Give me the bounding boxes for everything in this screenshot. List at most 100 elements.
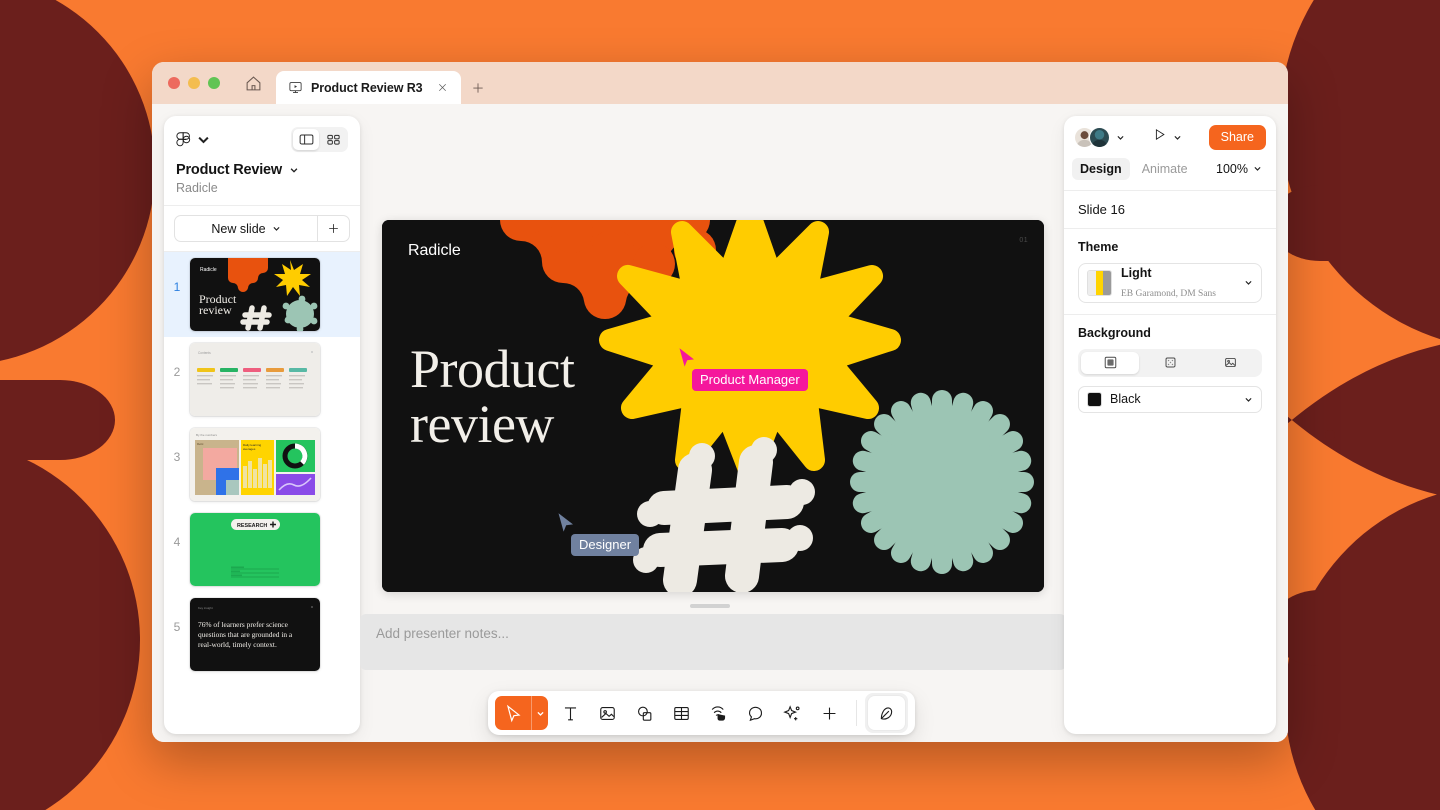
theme-fonts: EB Garamond, DM Sans: [1121, 288, 1216, 299]
chevron-down-icon: [1254, 166, 1261, 171]
image-background-tab[interactable]: [1201, 352, 1259, 374]
slide-preview-quote[interactable]: Key insight 76% of learners prefer scien…: [190, 598, 320, 671]
chevron-down-icon[interactable]: [1244, 395, 1253, 404]
slide-canvas[interactable]: Radicle 01 Product review Product Manage…: [382, 220, 1044, 592]
draw-tool-group[interactable]: [865, 693, 908, 733]
play-icon[interactable]: [1152, 127, 1167, 147]
inspector-header: Share: [1064, 116, 1276, 150]
deck-title: Product Review: [176, 162, 282, 178]
background-color-value: Black: [1110, 392, 1141, 406]
chevron-down-icon[interactable]: [1116, 133, 1125, 142]
grid-view-icon: [326, 134, 340, 145]
browser-tab[interactable]: Product Review R3: [276, 71, 461, 104]
theme-selector[interactable]: Light EB Garamond, DM Sans: [1078, 262, 1262, 303]
solid-background-tab[interactable]: [1081, 351, 1139, 374]
table-tool[interactable]: [663, 696, 700, 730]
new-slide-button[interactable]: New slide: [175, 216, 317, 241]
new-tab-button[interactable]: [461, 71, 495, 104]
editor-stage: Radicle 01 Product review Product Manage…: [360, 104, 1072, 742]
slide-preview-research[interactable]: RESEARCH: [190, 513, 320, 586]
slide-title[interactable]: Product review: [410, 339, 575, 455]
add-slide-button[interactable]: [317, 216, 349, 241]
deck-title-menu[interactable]: Product Review: [176, 162, 348, 178]
browser-chrome: Product Review R3: [152, 62, 1288, 104]
svg-text:real-world, timely context.: real-world, timely context.: [198, 640, 277, 649]
background-section: Background Black: [1064, 315, 1276, 424]
slide-thumbnail-4[interactable]: 4 RESEARCH: [164, 507, 360, 592]
svg-text:Contents: Contents: [198, 351, 211, 355]
slide-thumbnail-list[interactable]: 1 Radicle Product review 2 Contents 3 By…: [164, 252, 360, 734]
current-slide-label: Slide 16: [1078, 201, 1125, 217]
cursor-icon[interactable]: [495, 696, 531, 730]
minimize-window-button[interactable]: [188, 77, 200, 89]
presenter-notes-input[interactable]: Add presenter notes...: [360, 614, 1066, 670]
slide-title-line-2: review: [410, 394, 554, 455]
new-slide-label: New slide: [211, 221, 266, 236]
collaborator-avatars[interactable]: [1074, 126, 1125, 148]
editor-toolbar[interactable]: [488, 691, 915, 735]
select-tool-dropdown[interactable]: [531, 696, 548, 730]
background-heading: Background: [1078, 325, 1151, 340]
ai-sparkle-tool[interactable]: [774, 696, 811, 730]
svg-text:Radicle: Radicle: [200, 267, 217, 273]
add-tool[interactable]: [811, 696, 848, 730]
home-icon[interactable]: [234, 62, 272, 104]
background-type-tabs[interactable]: [1078, 348, 1262, 377]
new-slide-area: New slide: [164, 206, 360, 251]
pen-icon: [880, 706, 893, 720]
view-list-button[interactable]: [293, 128, 319, 150]
inspector-tabs[interactable]: Design Animate 100%: [1064, 150, 1276, 190]
view-grid-button[interactable]: [320, 129, 346, 150]
notes-resize-handle[interactable]: [690, 604, 730, 608]
comment-tool[interactable]: [737, 696, 774, 730]
app-window: Product Review R3 Product Review Radicle…: [152, 62, 1288, 742]
svg-text:Key insight: Key insight: [198, 606, 213, 610]
shapes-tool[interactable]: [626, 696, 663, 730]
figma-home-menu[interactable]: [176, 129, 211, 150]
tab-animate[interactable]: Animate: [1134, 158, 1196, 180]
toolbar-divider: [856, 700, 857, 726]
chevron-down-icon: [198, 136, 209, 143]
zoom-control[interactable]: 100%: [1216, 162, 1266, 176]
svg-text:76% of learners prefer science: 76% of learners prefer science: [198, 620, 289, 629]
chevron-down-icon[interactable]: [1244, 278, 1253, 287]
avatar[interactable]: [1089, 126, 1110, 148]
share-button[interactable]: Share: [1208, 125, 1266, 150]
slide-preview-dashboard[interactable]: By the numbers Metric Daily learning ave…: [190, 428, 320, 501]
pattern-background-tab[interactable]: [1141, 352, 1199, 374]
close-icon[interactable]: [435, 80, 451, 96]
slide-number: 1: [173, 280, 181, 294]
slide-thumbnail-3[interactable]: 3 By the numbers Metric Daily learning a…: [164, 422, 360, 507]
view-mode-toggle[interactable]: [291, 126, 348, 152]
select-tool[interactable]: [495, 696, 548, 730]
image-fill-icon: [1224, 357, 1236, 368]
deck-organization: Radicle: [176, 181, 218, 195]
present-controls[interactable]: [1152, 127, 1182, 147]
slide-thumbnail-5[interactable]: 5 Key insight 76% of learners prefer sci…: [164, 592, 360, 677]
text-tool[interactable]: [552, 696, 589, 730]
slide-thumbnail-2[interactable]: 2 Contents: [164, 337, 360, 422]
tab-design[interactable]: Design: [1072, 157, 1130, 180]
slides-sidebar: Product Review Radicle New slide 1 Radic…: [164, 116, 360, 734]
slide-title-line-1: Product: [410, 339, 575, 399]
slide-preview-board[interactable]: Contents: [190, 343, 320, 416]
window-controls[interactable]: [152, 62, 234, 104]
inspector-panel: Share Design Animate 100% Slide 16 Theme: [1064, 116, 1276, 734]
interactive-tool[interactable]: [700, 696, 737, 730]
close-window-button[interactable]: [168, 77, 180, 89]
zoom-level: 100%: [1216, 161, 1248, 176]
chevron-down-icon[interactable]: [1173, 133, 1182, 142]
image-tool[interactable]: [589, 696, 626, 730]
theme-section: Theme Light EB Garamond, DM Sans: [1064, 229, 1276, 314]
draw-tool[interactable]: [868, 696, 905, 730]
maximize-window-button[interactable]: [208, 77, 220, 89]
slide-thumbnail-1[interactable]: 1 Radicle Product review: [164, 252, 360, 337]
theme-name: Light: [1121, 266, 1152, 281]
slide-preview-title[interactable]: Radicle Product review: [190, 258, 320, 331]
slide-logo: Radicle: [408, 242, 461, 259]
current-slide-section: Slide 16: [1064, 191, 1276, 228]
background-color-select[interactable]: Black: [1078, 385, 1262, 413]
solid-fill-icon: [1104, 356, 1116, 369]
slide-number: 3: [173, 450, 181, 464]
panel-view-icon: [299, 134, 313, 144]
